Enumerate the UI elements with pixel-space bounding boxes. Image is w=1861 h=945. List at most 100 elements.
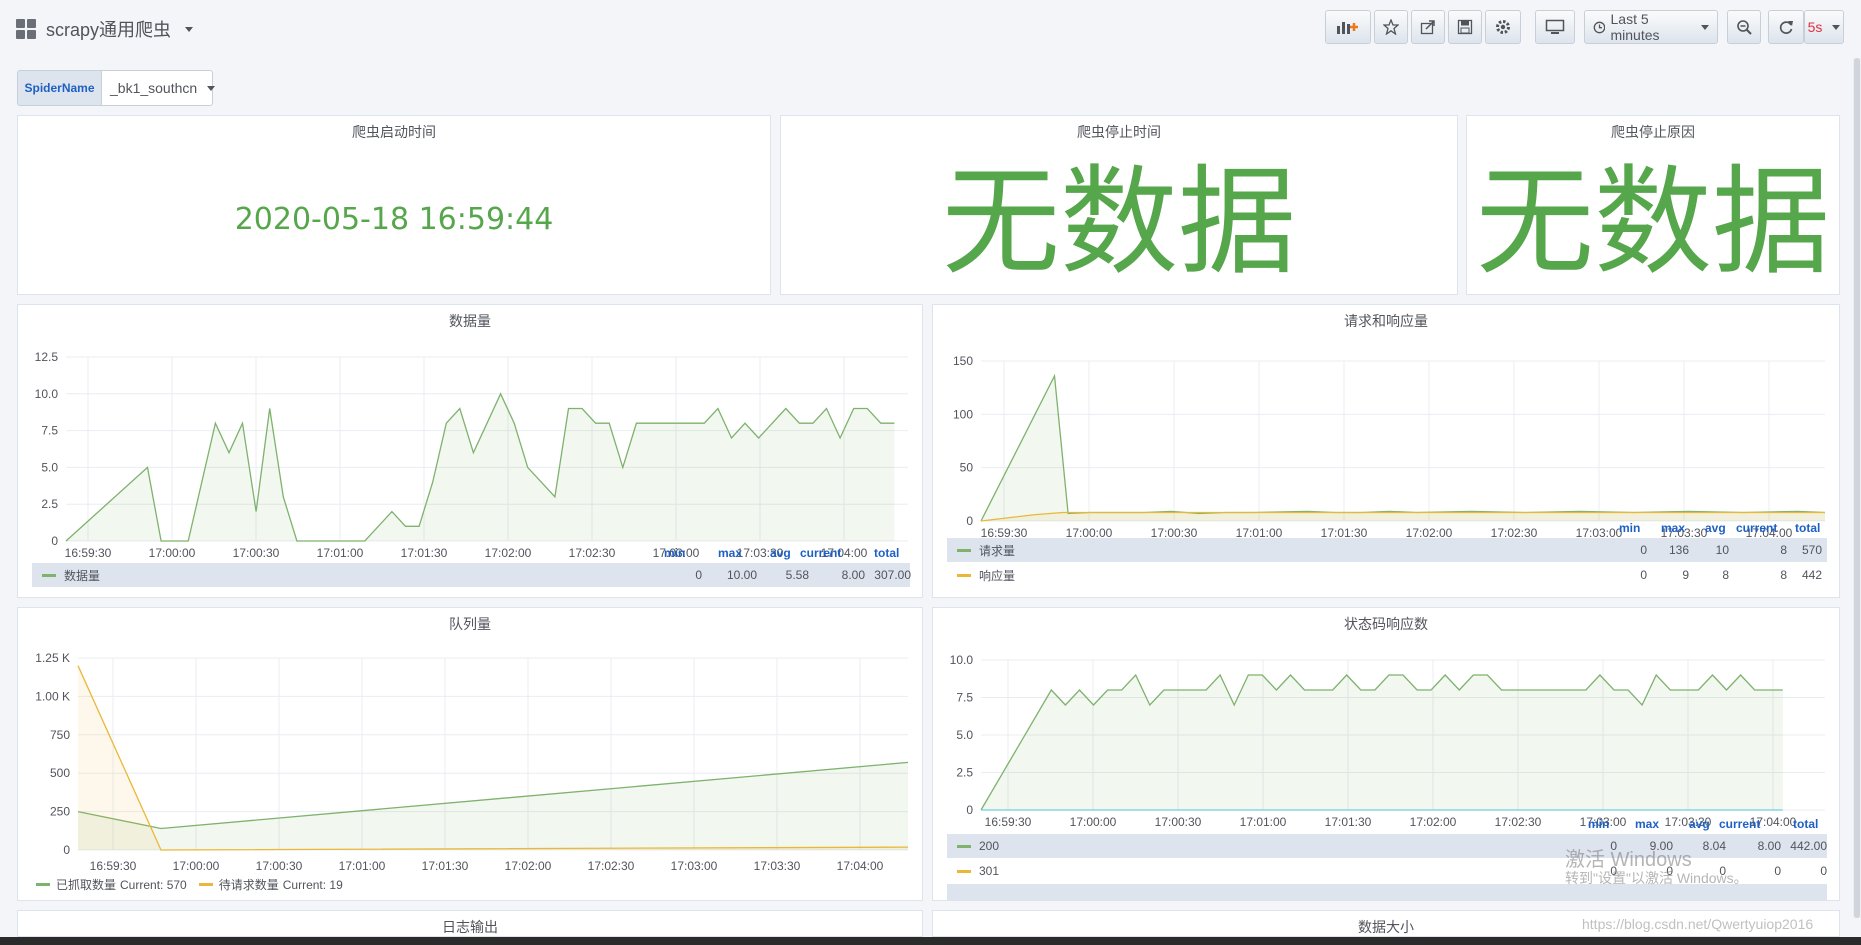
legend-item[interactable]: 已抓取数量 Current: 570 bbox=[36, 876, 187, 893]
monitor-icon bbox=[1545, 19, 1565, 34]
save-button[interactable] bbox=[1448, 10, 1482, 44]
settings-button[interactable] bbox=[1485, 10, 1521, 44]
y-tick-label: 5.0 bbox=[41, 460, 58, 474]
series-name: 200 bbox=[979, 839, 1000, 853]
y-tick-label: 0 bbox=[966, 803, 973, 817]
refresh-button[interactable] bbox=[1768, 10, 1804, 44]
panel-data-volume: 数据量 0 2.5 5.0 7.5 10.0 12.5 16:59:30 17:00:00 17… bbox=[17, 304, 923, 598]
series-swatch bbox=[36, 883, 50, 886]
series-total: 442 bbox=[1801, 568, 1822, 582]
status-code-chart[interactable]: 0 2.5 5.0 7.5 10.0 16:59:30 17:00:00 17:00:30 17… bbox=[933, 636, 1841, 846]
data-volume-chart[interactable]: 0 2.5 5.0 7.5 10.0 12.5 16:59:30 17:00:00 17:00:… bbox=[18, 333, 924, 573]
y-tick-label: 100 bbox=[953, 407, 973, 421]
series-min: 0 bbox=[695, 568, 702, 582]
x-tick-label: 16:59:30 bbox=[985, 815, 1032, 829]
x-tick-label: 17:01:30 bbox=[422, 859, 469, 873]
series-avg: 5.58 bbox=[785, 568, 809, 582]
panel-request-response: 请求和响应量 0 50 100 150 16:59:30 17:00:00 17:00:30… bbox=[932, 304, 1840, 598]
legend-row[interactable]: 响应量 0 9 8 8 442 bbox=[947, 563, 1827, 587]
share-icon bbox=[1420, 20, 1435, 35]
series-area bbox=[981, 675, 1783, 810]
queue-legend: 已抓取数量 Current: 570 待请求数量 Current: 19 bbox=[36, 876, 343, 893]
series-current: Current: 19 bbox=[282, 877, 343, 892]
legend-row[interactable]: 数据量 0 10.00 5.58 8.00 307.00 bbox=[32, 563, 911, 587]
legend-item[interactable]: 待请求数量 Current: 19 bbox=[198, 876, 343, 893]
series-name: 请求量 bbox=[979, 543, 1016, 558]
refresh-interval-label: 5s bbox=[1807, 19, 1823, 35]
series-name: 已抓取数量 bbox=[56, 878, 117, 892]
star-button[interactable] bbox=[1374, 10, 1408, 44]
legend-row[interactable]: 200 0 9.00 8.04 8.00 442.00 bbox=[947, 834, 1827, 858]
series-current: Current: 570 bbox=[120, 877, 187, 892]
series-max: 10.00 bbox=[726, 568, 757, 582]
legend-head-current: current bbox=[800, 546, 842, 560]
zoom-out-button[interactable] bbox=[1727, 10, 1761, 44]
series-swatch bbox=[957, 844, 971, 848]
y-tick-label: 10.0 bbox=[35, 387, 59, 401]
series-current: 8 bbox=[1780, 543, 1787, 557]
series-max: 9 bbox=[1682, 568, 1689, 582]
panel-title: 爬虫启动时间 bbox=[352, 124, 436, 140]
legend-head-max: max bbox=[1661, 521, 1686, 535]
x-tick-label: 17:04:00 bbox=[837, 859, 884, 873]
legend-head-min: min bbox=[664, 546, 686, 560]
share-button[interactable] bbox=[1411, 10, 1445, 44]
x-tick-label: 17:02:00 bbox=[485, 546, 532, 560]
spider-name-select[interactable]: _bk1_southcn bbox=[101, 70, 216, 106]
x-tick-label: 16:59:30 bbox=[90, 859, 137, 873]
top-navbar: scrapy通用爬虫 Last 5 minutes 5s bbox=[0, 0, 1861, 58]
legend-head-total: total bbox=[1795, 521, 1821, 535]
chevron-down-icon bbox=[185, 26, 194, 32]
series-total: 570 bbox=[1801, 543, 1822, 557]
x-tick-label: 16:59:30 bbox=[65, 546, 112, 560]
series-name: 响应量 bbox=[979, 568, 1016, 583]
windows-activation-hint: 转到"设置"以激活 Windows。 bbox=[1565, 870, 1748, 886]
queue-chart[interactable]: 0 250 500 750 1.00 K 1.25 K 16:59:30 17:00:00 17… bbox=[18, 636, 924, 876]
add-panel-icon bbox=[1337, 22, 1358, 34]
page-scrollbar[interactable] bbox=[1853, 58, 1861, 918]
y-tick-label: 500 bbox=[50, 766, 70, 780]
series-max: 136 bbox=[1668, 543, 1689, 557]
series-min: 0 bbox=[1640, 543, 1647, 557]
series-area bbox=[981, 512, 1825, 521]
x-tick-label: 17:02:30 bbox=[1495, 815, 1542, 829]
variable-label: SpiderName bbox=[17, 70, 101, 106]
x-tick-label: 17:02:30 bbox=[569, 546, 616, 560]
series-name: 待请求数量 bbox=[218, 878, 279, 892]
dashboard-picker[interactable]: scrapy通用爬虫 bbox=[16, 16, 194, 42]
refresh-icon bbox=[1779, 21, 1793, 34]
x-tick-label: 17:03:30 bbox=[754, 859, 801, 873]
x-tick-label: 17:00:30 bbox=[233, 546, 280, 560]
series-total: 0 bbox=[1820, 864, 1827, 878]
y-tick-label: 50 bbox=[960, 461, 974, 475]
y-tick-label: 0 bbox=[51, 534, 58, 548]
panel-title: 爬虫停止时间 bbox=[1077, 124, 1161, 140]
series-total: 307.00 bbox=[874, 568, 911, 582]
add-panel-button[interactable] bbox=[1325, 10, 1371, 44]
legend-head-avg: avg bbox=[770, 546, 791, 560]
legend-head-current: current bbox=[1719, 817, 1761, 831]
source-url-watermark: https://blog.csdn.net/Qwertyuiop2016 bbox=[1582, 916, 1814, 932]
panel-title: 日志输出 bbox=[442, 919, 498, 935]
series-swatch bbox=[957, 869, 971, 873]
request-response-chart[interactable]: 05010015016:59:30 17:00:00 17:00:30 17:01:0… bbox=[933, 333, 1841, 548]
gear-icon bbox=[1496, 20, 1510, 34]
chevron-down-icon bbox=[207, 85, 216, 91]
taskbar bbox=[0, 937, 1861, 945]
panel-title: 爬虫停止原因 bbox=[1611, 124, 1695, 140]
x-tick-label: 17:02:00 bbox=[1410, 815, 1457, 829]
view-mode-button[interactable] bbox=[1535, 10, 1575, 44]
zoom-out-icon bbox=[1737, 20, 1752, 35]
x-tick-label: 17:00:00 bbox=[173, 859, 220, 873]
y-tick-label: 7.5 bbox=[41, 424, 58, 438]
series-line bbox=[980, 373, 1826, 522]
legend-head-min: min bbox=[1588, 817, 1610, 831]
legend-row[interactable]: 请求量 0 136 10 8 570 bbox=[947, 538, 1827, 562]
dashboard-title: scrapy通用爬虫 bbox=[46, 20, 172, 40]
y-tick-label: 10.0 bbox=[950, 653, 974, 667]
scrollbar-thumb[interactable] bbox=[1854, 58, 1860, 918]
refresh-interval-picker[interactable]: 5s bbox=[1804, 10, 1844, 44]
stop-time-value: 无数据 bbox=[941, 153, 1296, 291]
y-tick-label: 150 bbox=[953, 354, 973, 368]
time-range-picker[interactable]: Last 5 minutes bbox=[1584, 10, 1718, 44]
